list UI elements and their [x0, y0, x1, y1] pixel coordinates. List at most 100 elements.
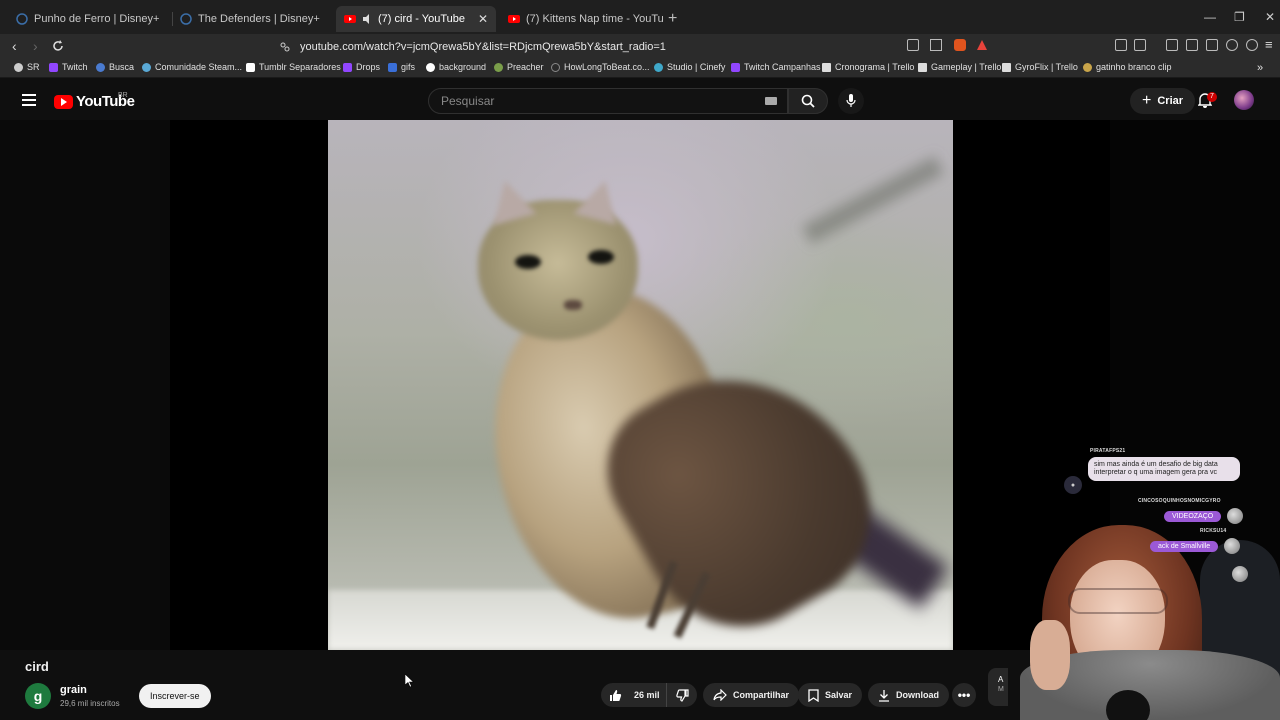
new-tab-icon[interactable]: + — [668, 10, 677, 28]
more-actions-icon[interactable]: ••• — [952, 683, 976, 707]
bookmark-label: Twitch — [62, 62, 88, 72]
share-icon — [713, 689, 727, 701]
speaker-icon[interactable] — [362, 13, 374, 25]
gif-icon — [388, 62, 397, 72]
like-count: 26 mil — [634, 690, 660, 700]
bookmark-background[interactable]: background — [426, 62, 486, 72]
tab-punho-de-ferro[interactable]: Punho de Ferro | Disney+ — [16, 8, 166, 30]
create-button[interactable]: + Criar — [1130, 88, 1196, 114]
cat-eye — [588, 250, 614, 264]
like-button[interactable]: 26 mil — [601, 683, 667, 707]
tab-the-defenders[interactable]: The Defenders | Disney+ — [180, 8, 330, 30]
share-button[interactable]: Compartilhar — [703, 683, 800, 707]
chat-avatar — [1232, 566, 1248, 582]
disney-plus-icon — [180, 13, 192, 25]
leo-ai-icon[interactable] — [1226, 39, 1238, 51]
address-bar[interactable]: youtube.com/watch?v=jcmQrewa5bY&list=RDj… — [250, 36, 1000, 58]
tab-kittens-nap-time[interactable]: (7) Kittens Nap time - YouTube — [508, 8, 663, 30]
trello-icon — [918, 62, 927, 72]
voice-search-button[interactable] — [838, 88, 864, 114]
url-text: youtube.com/watch?v=jcmQrewa5bY&list=RDj… — [300, 41, 666, 53]
cast-icon[interactable] — [907, 39, 919, 51]
bookmark-label: gatinho branco clip — [1096, 62, 1172, 72]
keyboard-icon[interactable] — [765, 97, 777, 105]
bookmark-gameplay-trello[interactable]: Gameplay | Trello — [918, 62, 1001, 72]
brave-shields-icon[interactable] — [954, 39, 966, 51]
bookmark-gifs[interactable]: gifs — [388, 62, 415, 72]
tab-title: (7) Kittens Nap time - YouTube — [526, 13, 663, 25]
forward-icon[interactable]: › — [33, 38, 38, 54]
bookmark-label: HowLongToBeat.co... — [564, 62, 650, 72]
bookmark-tumblr[interactable]: Tumblr Separadores — [246, 62, 341, 72]
bookmark-drops[interactable]: Drops — [343, 62, 380, 72]
search-input[interactable] — [441, 94, 741, 108]
dislike-button[interactable] — [667, 683, 697, 707]
back-icon[interactable]: ‹ — [12, 38, 17, 54]
bookmark-label: gifs — [401, 62, 416, 72]
restore-icon[interactable]: ❐ — [1234, 10, 1245, 24]
search-button[interactable] — [788, 88, 828, 114]
vpn-icon[interactable] — [1246, 39, 1258, 51]
channel-avatar[interactable]: g — [25, 683, 51, 709]
share-label: Compartilhar — [733, 690, 790, 700]
download-button[interactable]: Download — [868, 683, 949, 707]
chat-entry — [1226, 566, 1248, 582]
bookmark-howlongtobeat[interactable]: HowLongToBeat.co... — [551, 62, 650, 72]
sidebar-icon[interactable] — [1186, 39, 1198, 51]
bookmark-twitch[interactable]: Twitch — [49, 62, 88, 72]
chat-entry: CINCOSOQUINHOSNOMICGYRO — [1138, 498, 1221, 504]
trello-icon — [822, 62, 831, 72]
close-tab-icon[interactable]: ✕ — [470, 12, 488, 26]
chat-entry: RICKSU14 — [1200, 528, 1226, 534]
reload-icon[interactable] — [52, 40, 64, 52]
twitch-icon — [343, 62, 352, 72]
extensions-icon[interactable] — [1115, 39, 1127, 51]
close-window-icon[interactable]: ✕ — [1265, 10, 1275, 24]
thumbs-up-icon — [610, 689, 622, 701]
stream-chat-overlay: PIRATAFPS21 ● sim mas ainda é um desafio… — [1064, 448, 1260, 582]
bookmark-gyroflix-trello[interactable]: GyroFlix | Trello — [1002, 62, 1078, 72]
bookmark-favicon-icon — [551, 62, 560, 72]
tab-title: (7) cird - YouTube — [378, 13, 466, 25]
steam-icon — [142, 62, 151, 72]
bookmark-gatinho-branco[interactable]: gatinho branco clip — [1083, 62, 1172, 72]
save-label: Salvar — [825, 690, 853, 700]
bookmark-cronograma-trello[interactable]: Cronograma | Trello — [822, 62, 914, 72]
tab-divider — [172, 12, 173, 26]
channel-name[interactable]: grain — [60, 684, 87, 696]
chat-message: ack de Smallville — [1150, 540, 1219, 552]
site-info-icon[interactable] — [280, 42, 290, 52]
bookmark-steam[interactable]: Comunidade Steam... — [142, 62, 242, 72]
player-side-left — [0, 120, 170, 650]
bookmark-preacher[interactable]: Preacher — [494, 62, 544, 72]
screenshot-icon[interactable] — [1134, 39, 1146, 51]
minimize-icon[interactable]: — — [1204, 10, 1216, 24]
bookmark-busca[interactable]: Busca — [96, 62, 134, 72]
subscribe-button[interactable]: Inscrever-se — [139, 684, 211, 708]
side-chip-sublabel: M — [998, 686, 1004, 693]
tab-title: Punho de Ferro | Disney+ — [34, 13, 160, 25]
wallet-icon[interactable] — [1206, 39, 1218, 51]
bookmark-label: Busca — [109, 62, 135, 72]
mouse-cursor-icon — [405, 674, 414, 688]
bookmark-favicon-icon — [654, 62, 663, 72]
bookmark-twitch-campanhas[interactable]: Twitch Campanhas — [731, 62, 821, 72]
share-page-icon[interactable] — [930, 39, 942, 51]
chat-avatar — [1224, 538, 1241, 554]
video-player[interactable] — [170, 120, 1110, 650]
media-icon[interactable] — [1166, 39, 1178, 51]
twitch-icon — [731, 62, 740, 72]
save-button[interactable]: Salvar — [798, 683, 863, 707]
more-bookmarks-icon[interactable]: » — [1257, 62, 1263, 74]
bookmark-sr[interactable]: SR — [14, 62, 40, 72]
side-panel-chip[interactable]: A M — [988, 668, 1008, 706]
tab-cird-youtube[interactable]: (7) cird - YouTube ✕ — [336, 6, 496, 32]
menu-icon[interactable]: ≡ — [1265, 37, 1273, 52]
brave-rewards-icon[interactable] — [976, 39, 988, 51]
bookmark-studio-cinefy[interactable]: Studio | Cinefy — [654, 62, 725, 72]
bookmark-label: Gameplay | Trello — [931, 62, 1002, 72]
guide-menu-icon[interactable] — [22, 94, 36, 106]
account-avatar[interactable] — [1234, 90, 1254, 110]
tumblr-icon — [246, 62, 255, 72]
bookmark-label: Drops — [356, 62, 381, 72]
